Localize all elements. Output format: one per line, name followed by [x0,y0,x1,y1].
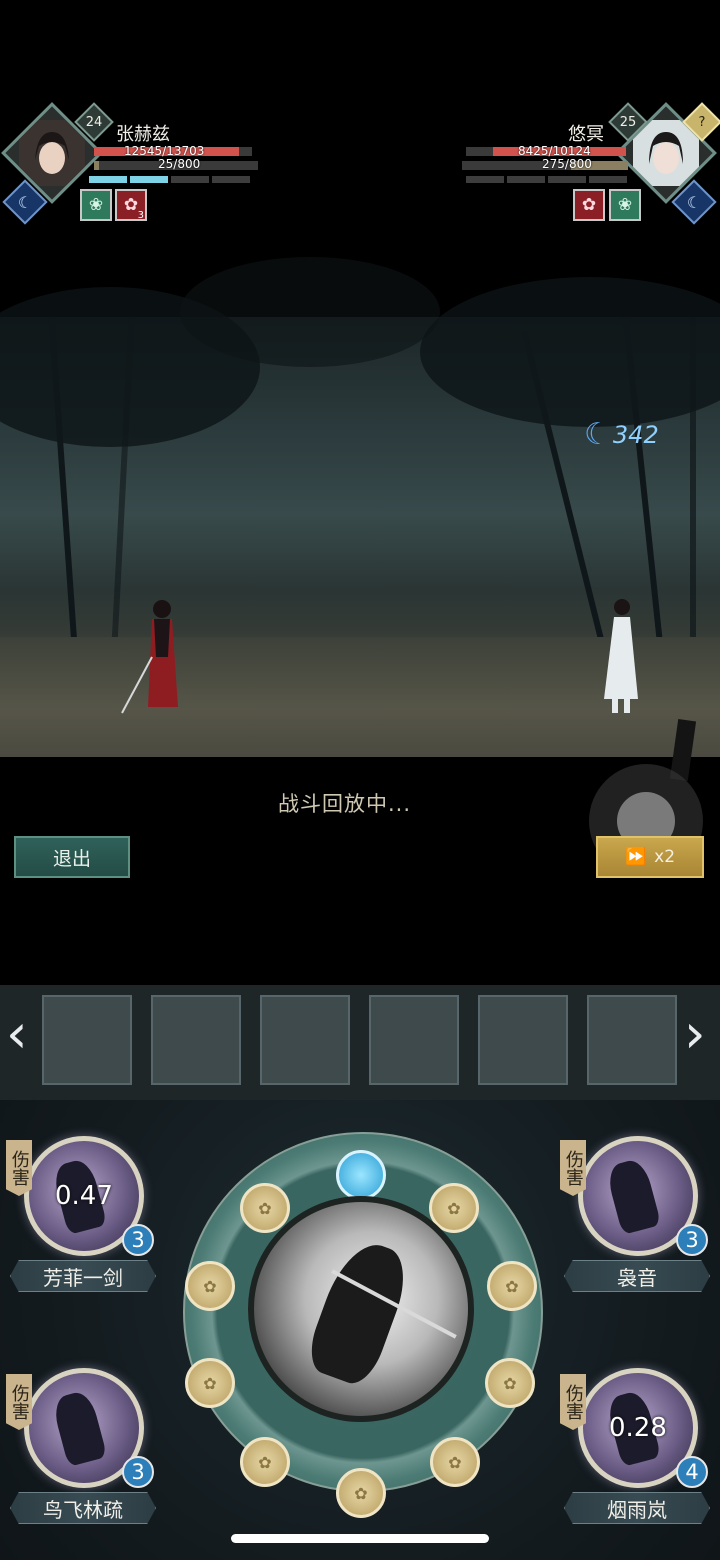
lotus-icon[interactable]: ❀ [80,189,112,221]
item-slot[interactable] [478,995,568,1085]
energy-orb-lotus-icon: ✿ [430,1437,480,1487]
speed-label: x2 [654,847,676,867]
energy-orb [336,1150,386,1200]
player-energy-seg [130,176,168,183]
right-arrow-icon[interactable]: › [684,1007,706,1061]
enemy-energy-seg [589,176,627,183]
item-slot[interactable] [260,995,350,1085]
enemy-hp-text: 8425/10124 [518,144,591,158]
ultimate-skill-button[interactable] [248,1196,474,1422]
item-slot[interactable] [587,995,677,1085]
damage-indicator: ☾ 342 [584,417,659,452]
player-energy-seg [171,176,209,183]
damage-number: 342 [612,420,659,449]
energy-orb-lotus-icon: ✿ [185,1261,235,1311]
skill-name: 烟雨岚 [564,1492,710,1524]
skill-cooldown: 0.28 [609,1413,667,1443]
enemy-mp-text: 275/800 [542,157,592,171]
moon-icon: ☾ [584,417,611,452]
replay-status-text: 战斗回放中... [278,792,412,816]
fast-forward-icon: ⏩ [624,847,647,867]
skill-type-tag: 伤害 [6,1140,32,1196]
skill-charge-badge: 4 [676,1456,708,1488]
item-slot[interactable] [151,995,241,1085]
player-name: 张赫兹 [116,124,170,145]
enemy-energy-seg [466,176,504,183]
speed-toggle-button[interactable]: ⏩ x2 [596,836,704,878]
exit-button[interactable]: 退出 [14,836,130,878]
skill-charge-badge: 3 [676,1224,708,1256]
energy-orb-lotus-icon: ✿ [487,1261,537,1311]
energy-orb-lotus-icon: ✿ [240,1437,290,1487]
enemy-energy-seg [507,176,545,183]
home-indicator[interactable] [231,1534,489,1543]
energy-orb-lotus-icon: ✿ [185,1358,235,1408]
player-energy-seg [212,176,250,183]
skill-type-tag: 伤害 [6,1374,32,1430]
enemy-character [604,599,638,713]
energy-orb-lotus-icon: ✿ [336,1468,386,1518]
player-mp-text: 25/800 [158,157,201,171]
battle-scene: ☾ 342 [0,257,720,757]
skill-charge-badge: 3 [122,1456,154,1488]
energy-orb-lotus-icon: ✿ [240,1183,290,1233]
lotus-icon[interactable]: ❀ [609,189,641,221]
skill-name: 鸟飞林疏 [10,1492,156,1524]
item-slot[interactable] [42,995,132,1085]
player-hp-text: 12545/13703 [124,144,205,158]
skill-type-tag: 伤害 [560,1374,586,1430]
skill-name: 芳菲一剑 [10,1260,156,1292]
player-energy-seg [89,176,127,183]
left-arrow-icon[interactable]: ‹ [6,1007,28,1061]
energy-orb-lotus-icon: ✿ [485,1358,535,1408]
blossom-icon[interactable]: ✿ 3 [115,189,147,221]
enemy-name: 悠冥 [568,124,604,145]
skill-cooldown: 0.47 [55,1181,113,1211]
enemy-energy-seg [548,176,586,183]
blossom-plus-icon[interactable]: ✿ [573,189,605,221]
item-slot[interactable] [369,995,459,1085]
skill-charge-badge: 3 [122,1224,154,1256]
player-character [121,600,178,714]
item-bar: ‹ › [0,985,720,1100]
skill-name: 袅音 [564,1260,710,1292]
skill-type-tag: 伤害 [560,1140,586,1196]
exit-label: 退出 [52,847,91,870]
